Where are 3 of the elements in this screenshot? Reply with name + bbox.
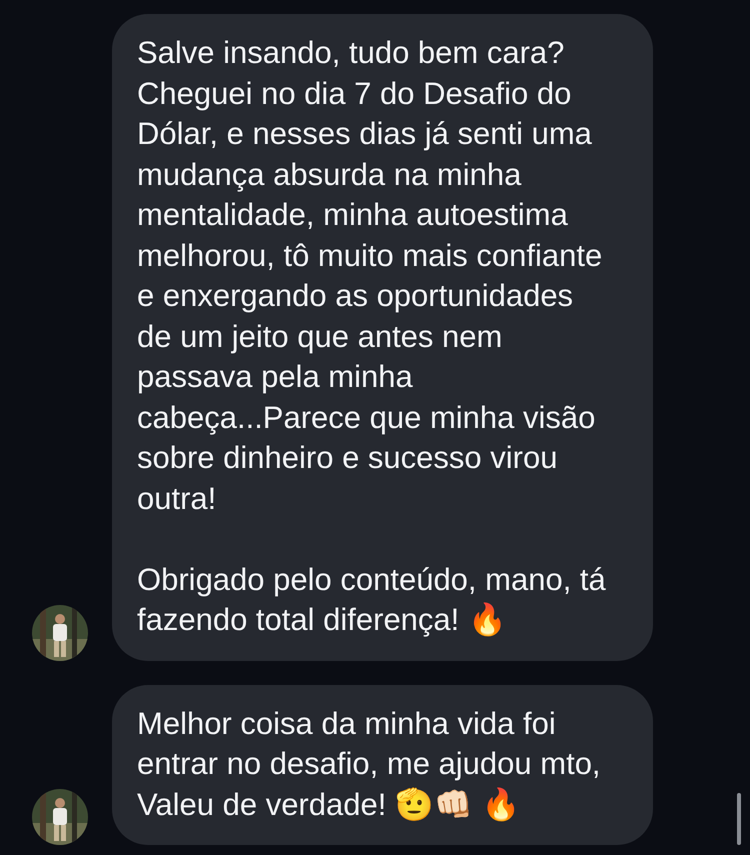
message-bubble: Melhor coisa da minha vida foi entrar no desafio, me ajudou mto, Valeu de verdade! 🫡👊🏻 🔥	[112, 684, 653, 845]
message-bubble: Salve insando, tudo bem cara? Cheguei no dia 7 do Desafio do Dólar, e nesses dias já senti uma mudança absurda na minha mentalidade, minha autoestima melhorou, tô muito mais confiante e enxergando as oportunidades de um jeito que antes nem passava pela minha cabeça...Parece que minha visão sobre dinheiro e sucesso virou outra! Obrigado pelo conteúdo, mano, tá fazendo total diferença! 🔥	[112, 14, 653, 660]
scrollbar[interactable]	[737, 793, 741, 845]
